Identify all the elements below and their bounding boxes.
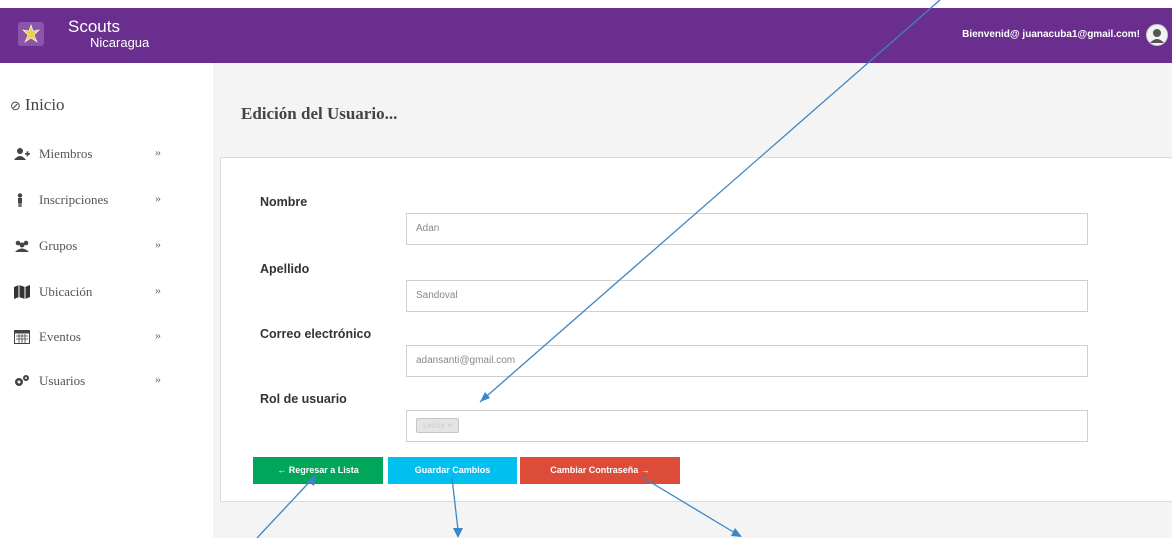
sidebar-item-label: Inicio	[24, 95, 65, 114]
nombre-field[interactable]: Adan	[406, 213, 1088, 245]
sidebar-item-usuarios[interactable]: Usuarios »	[14, 372, 174, 392]
back-to-list-button[interactable]: ← Regresar a Lista	[253, 457, 383, 484]
apellido-field[interactable]: Sandoval	[406, 280, 1088, 312]
save-changes-button[interactable]: Guardar Cambios	[388, 457, 517, 484]
user-plus-icon	[14, 148, 30, 160]
apellido-label: Apellido	[260, 262, 310, 276]
brand-line1: Scouts	[68, 17, 120, 36]
welcome-user-text[interactable]: Bienvenid@ juanacuba1@gmail.com!	[962, 29, 1140, 40]
sidebar-item-label: Ubicación	[39, 284, 93, 299]
top-navbar: Scouts Nicaragua Bienvenid@ juanacuba1@g…	[0, 8, 1172, 63]
map-icon	[14, 285, 30, 299]
chevron-right-icon: »	[155, 191, 161, 205]
users-icon	[15, 240, 29, 252]
avatar[interactable]	[1146, 24, 1168, 46]
brand-name[interactable]: Scouts Nicaragua	[68, 17, 150, 51]
email-field[interactable]: adansanti@gmail.com	[406, 345, 1088, 377]
sidebar-item-eventos[interactable]: Eventos »	[14, 328, 174, 348]
user-avatar-icon	[1150, 29, 1164, 43]
page-title: Edición del Usuario...	[241, 104, 398, 123]
rol-select[interactable]: Lector ×	[406, 410, 1088, 442]
sidebar-item-miembros[interactable]: Miembros »	[14, 145, 174, 165]
sidebar-item-grupos[interactable]: Grupos »	[14, 237, 174, 257]
rol-label: Rol de usuario	[260, 392, 347, 406]
sidebar-item-label: Miembros	[39, 146, 93, 161]
sidebar-item-inscripciones[interactable]: Inscripciones »	[14, 191, 174, 211]
sidebar-item-label: Inscripciones	[39, 192, 109, 207]
brand-line2: Nicaragua	[90, 35, 150, 50]
rol-tag[interactable]: Lector ×	[416, 418, 460, 433]
sidebar-item-label: Eventos	[39, 329, 81, 344]
sidebar-item-inicio[interactable]: ⊘ Inicio	[10, 95, 65, 115]
change-password-button[interactable]: Cambiar Contraseña →	[520, 457, 680, 484]
chevron-right-icon: »	[155, 145, 161, 159]
correo-label: Correo electrónico	[260, 327, 372, 341]
gears-icon	[15, 375, 29, 386]
sidebar-item-label: Grupos	[39, 238, 78, 253]
scouts-logo-icon	[18, 22, 44, 46]
nombre-label: Nombre	[260, 195, 308, 209]
chevron-right-icon: »	[155, 283, 161, 297]
person-icon	[17, 193, 23, 207]
chevron-right-icon: »	[155, 372, 161, 386]
dashboard-icon: ⊘	[10, 98, 21, 113]
sidebar-item-label: Usuarios	[39, 373, 86, 388]
chevron-right-icon: »	[155, 328, 161, 342]
chevron-right-icon: »	[155, 237, 161, 251]
sidebar-item-ubicacion[interactable]: Ubicación »	[14, 283, 174, 303]
calendar-icon	[14, 330, 30, 344]
